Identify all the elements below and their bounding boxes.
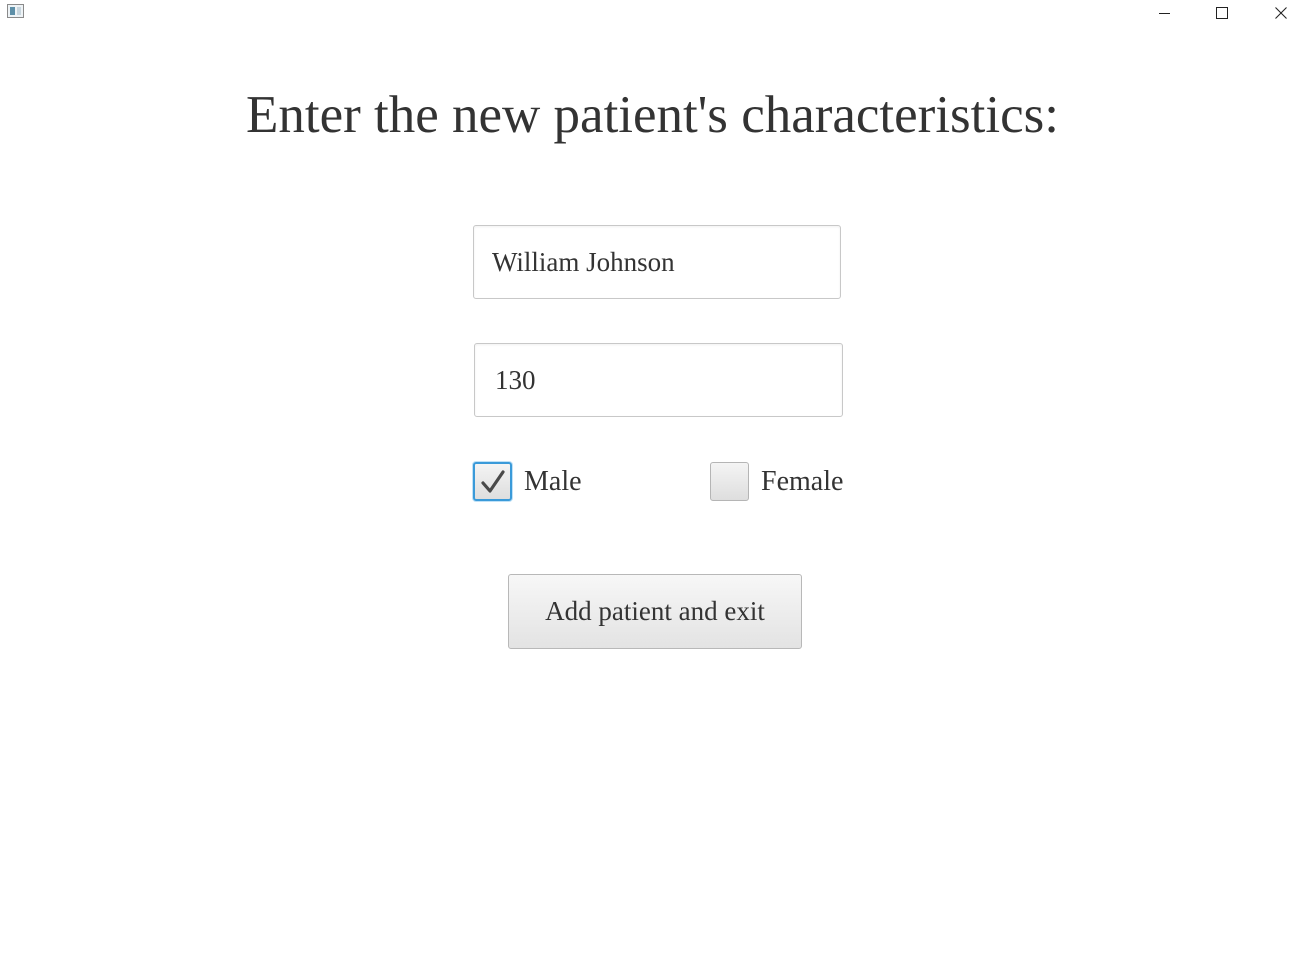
minimize-button[interactable] [1141, 0, 1187, 26]
female-checkbox[interactable]: Female [710, 462, 843, 501]
minimize-icon [1158, 12, 1170, 14]
maximize-button[interactable] [1199, 0, 1245, 26]
patient-name-input[interactable] [473, 225, 841, 299]
window-icon-pane-right [17, 7, 21, 15]
close-button[interactable] [1258, 0, 1304, 26]
patient-weight-input[interactable] [474, 343, 843, 417]
maximize-icon [1216, 7, 1228, 19]
male-checkbox-box[interactable] [473, 462, 512, 501]
window-icon-pane-left [10, 7, 15, 15]
checkmark-icon [481, 470, 505, 493]
page-title: Enter the new patient's characteristics: [245, 86, 1060, 144]
male-label: Male [524, 465, 582, 497]
app-window-icon [7, 4, 24, 18]
female-label: Female [761, 465, 844, 497]
female-checkbox-box[interactable] [710, 462, 749, 501]
male-checkbox[interactable]: Male [473, 462, 582, 501]
close-icon [1275, 7, 1287, 19]
add-patient-button[interactable]: Add patient and exit [508, 574, 802, 649]
